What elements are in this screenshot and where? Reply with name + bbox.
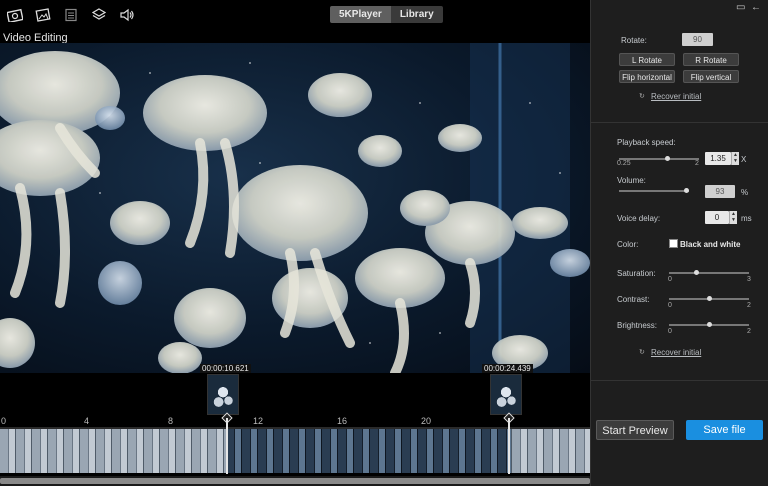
filmstrip[interactable]	[0, 429, 590, 473]
speed-min: 0.25	[617, 160, 631, 167]
timeline-scrollbar[interactable]	[0, 476, 590, 486]
volume-field[interactable]: 93	[705, 185, 735, 198]
video-preview[interactable]	[0, 43, 590, 373]
voice-delay-field[interactable]: 0	[705, 211, 729, 224]
volume-slider[interactable]	[619, 188, 689, 193]
screenshot-icon[interactable]	[6, 6, 24, 24]
black-white-checkbox[interactable]	[669, 239, 678, 248]
section-divider	[591, 380, 768, 381]
black-white-label: Black and white	[680, 240, 741, 249]
l-rotate-button[interactable]: L Rotate	[619, 53, 675, 66]
slider-knob[interactable]	[684, 188, 689, 193]
recover-icon: ↻	[639, 93, 645, 100]
saturation-slider[interactable]	[669, 270, 749, 275]
end-handle[interactable]	[508, 418, 510, 474]
saturation-label: Saturation:	[617, 269, 656, 278]
saturation-max: 3	[747, 276, 751, 283]
back-arrow-icon[interactable]: ←	[751, 2, 761, 13]
playback-speed-label: Playback speed:	[617, 138, 676, 147]
brightness-max: 2	[747, 328, 751, 335]
contrast-max: 2	[747, 302, 751, 309]
playback-speed-slider[interactable]	[619, 156, 699, 161]
voice-delay-label: Voice delay:	[617, 214, 661, 223]
slider-knob[interactable]	[694, 270, 699, 275]
delay-spinner[interactable]: ▲ ▼	[729, 211, 737, 224]
contrast-slider[interactable]	[669, 296, 749, 301]
section-divider	[591, 122, 768, 123]
save-file-button[interactable]: Save file	[686, 420, 763, 440]
saturation-min: 0	[668, 276, 672, 283]
brightness-min: 0	[668, 328, 672, 335]
start-handle[interactable]	[226, 418, 228, 474]
flip-vertical-button[interactable]: Flip vertical	[683, 70, 739, 83]
rotate-value-field[interactable]: 90	[682, 33, 713, 46]
list-icon[interactable]	[62, 6, 80, 24]
ruler-label: 16	[337, 416, 348, 426]
video-frame-image	[0, 43, 590, 373]
tab-5kplayer[interactable]: 5KPlayer	[330, 6, 391, 23]
delay-unit: ms	[741, 214, 752, 223]
ruler-label: 0	[1, 416, 7, 426]
selected-range	[226, 429, 511, 473]
slider-knob[interactable]	[707, 296, 712, 301]
contrast-min: 0	[668, 302, 672, 309]
color-label: Color:	[617, 240, 639, 249]
end-frame-thumbnail	[490, 374, 522, 415]
slider-knob[interactable]	[665, 156, 670, 161]
contrast-label: Contrast:	[617, 295, 650, 304]
rotate-label: Rotate:	[621, 36, 647, 45]
speed-field[interactable]: 1.35	[705, 152, 731, 165]
slider-knob[interactable]	[707, 322, 712, 327]
volume-icon[interactable]	[118, 6, 136, 24]
start-preview-button[interactable]: Start Preview	[596, 420, 674, 440]
volume-unit: %	[741, 188, 749, 197]
start-frame-thumbnail	[207, 374, 239, 415]
ruler-label: 12	[253, 416, 264, 426]
brightness-label: Brightness:	[617, 321, 658, 330]
ruler-label: 8	[168, 416, 174, 426]
brightness-slider[interactable]	[669, 322, 749, 327]
tab-library[interactable]: Library	[390, 6, 443, 23]
recover-initial-link-1[interactable]: Recover initial	[651, 92, 701, 101]
speed-max: 2	[695, 160, 699, 167]
minimize-icon[interactable]: ▭	[736, 2, 745, 13]
recover-icon: ↻	[639, 349, 645, 356]
speed-unit: X	[741, 155, 747, 164]
layers-icon[interactable]	[90, 6, 108, 24]
ruler-label: 20	[421, 416, 432, 426]
end-timecode: 00:00:24.439	[482, 364, 533, 373]
speed-spinner[interactable]: ▲ ▼	[731, 152, 739, 165]
ruler-label: 4	[84, 416, 90, 426]
scrollbar-thumb[interactable]	[0, 478, 590, 484]
recover-initial-link-2[interactable]: Recover initial	[651, 348, 701, 357]
r-rotate-button[interactable]: R Rotate	[683, 53, 739, 66]
flip-horizontal-button[interactable]: Flip horizontal	[619, 70, 675, 83]
mode-switch: 5KPlayer Library	[330, 6, 443, 23]
start-timecode: 00:00:10.621	[200, 364, 251, 373]
top-toolbar: 5KPlayer Library	[0, 0, 590, 30]
volume-label: Volume:	[617, 176, 646, 185]
photo-icon[interactable]	[34, 6, 52, 24]
settings-panel: ▭ ← Rotate: 90 L Rotate R Rotate Flip ho…	[590, 0, 768, 486]
